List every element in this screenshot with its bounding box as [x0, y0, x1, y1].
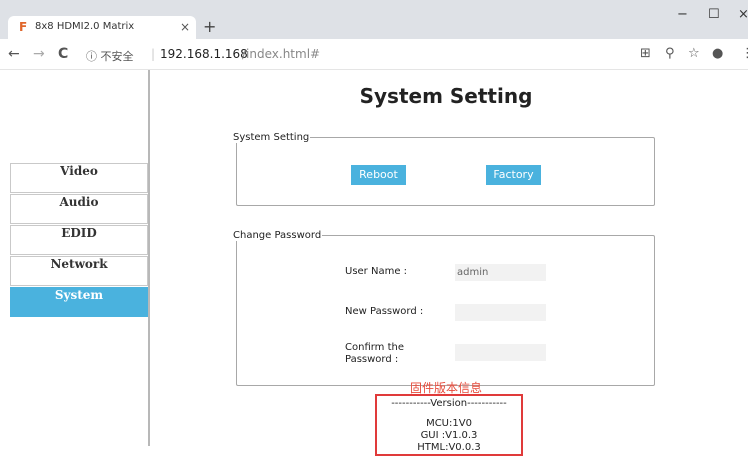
maximize-icon[interactable]: ☐	[708, 7, 720, 22]
confirm-password-label-line1: Confirm the	[345, 342, 405, 353]
confirm-password-input[interactable]	[455, 344, 546, 361]
page-title: System Setting	[359, 84, 533, 108]
change-password-group: Change Password	[233, 230, 655, 386]
url-separator: |	[151, 47, 156, 61]
forward-icon[interactable]: →	[33, 46, 45, 62]
profile-icon[interactable]: ●	[712, 46, 723, 61]
version-html: HTML:V0.0.3	[417, 442, 481, 453]
sidebar-divider	[148, 70, 150, 446]
version-header: -----------Version-----------	[391, 398, 507, 409]
menu-icon[interactable]: ⋮	[741, 46, 748, 61]
sidebar-item-network[interactable]: Network	[10, 256, 148, 286]
address-bar: ← → C ⓘ 不安全 | 192.168.1.168 /index.html#…	[0, 39, 748, 70]
security-indicator[interactable]: ⓘ 不安全	[86, 48, 134, 64]
star-icon[interactable]: ☆	[688, 46, 700, 61]
tab-title: 8x8 HDMI2.0 Matrix	[35, 21, 135, 32]
factory-button[interactable]: Factory	[486, 165, 541, 185]
url-host[interactable]: 192.168.1.168	[160, 47, 248, 61]
sidebar-item-system[interactable]: System	[10, 287, 148, 317]
version-gui: GUI :V1.0.3	[420, 430, 478, 441]
reboot-button[interactable]: Reboot	[351, 165, 406, 185]
browser-tab[interactable]: F 8x8 HDMI2.0 Matrix ×	[8, 16, 196, 39]
tab-strip: F 8x8 HDMI2.0 Matrix × + − ☐ ×	[0, 0, 748, 39]
sidebar-item-video[interactable]: Video	[10, 163, 148, 193]
username-input[interactable]	[455, 264, 546, 281]
translate-icon[interactable]: ⊞	[640, 46, 651, 61]
zoom-icon[interactable]: ⚲	[665, 46, 675, 61]
new-password-label: New Password :	[345, 306, 424, 317]
version-info-box: -----------Version----------- MCU:1V0 GU…	[375, 394, 523, 456]
sidebar-item-audio[interactable]: Audio	[10, 194, 148, 224]
new-tab-icon[interactable]: +	[203, 17, 216, 36]
change-password-legend: Change Password	[233, 230, 322, 241]
confirm-password-label-line2: Password :	[345, 354, 399, 365]
back-icon[interactable]: ←	[8, 46, 20, 62]
favicon-icon: F	[19, 20, 28, 34]
version-mcu: MCU:1V0	[426, 418, 472, 429]
sidebar-item-edid[interactable]: EDID	[10, 225, 148, 255]
url-path[interactable]: /index.html#	[242, 47, 320, 61]
tab-close-icon[interactable]: ×	[180, 20, 190, 34]
new-password-input[interactable]	[455, 304, 546, 321]
close-window-icon[interactable]: ×	[738, 7, 748, 22]
browser-window: F 8x8 HDMI2.0 Matrix × + − ☐ × ← → C ⓘ 不…	[0, 0, 748, 456]
system-setting-group: System Setting	[233, 132, 655, 206]
username-label: User Name :	[345, 266, 408, 277]
system-setting-legend: System Setting	[233, 132, 310, 143]
reload-icon[interactable]: C	[58, 46, 68, 62]
minimize-icon[interactable]: −	[677, 7, 688, 22]
